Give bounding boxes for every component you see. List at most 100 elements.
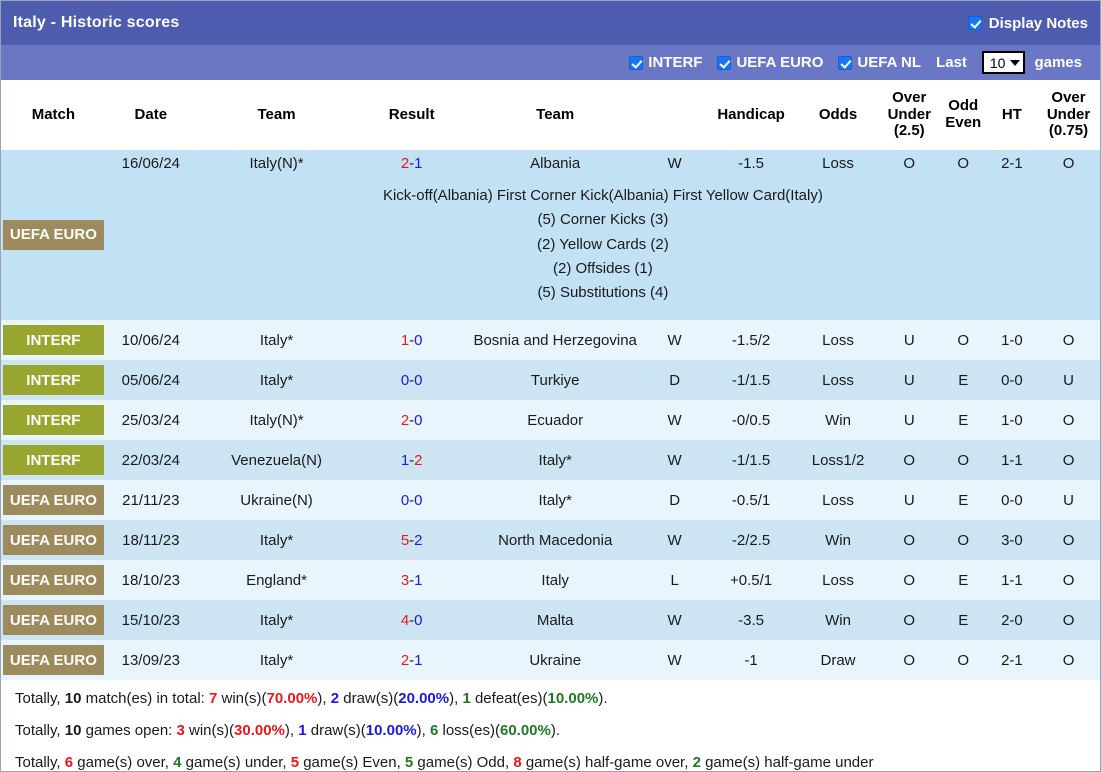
home-team[interactable]: Italy* <box>195 600 358 641</box>
competition-badge: INTERF <box>3 325 104 356</box>
table-row[interactable]: UEFA EURO 15/10/23 Italy* 4-0 Malta W -3.5 Win O… <box>1 600 1100 641</box>
uefa-nl-checkbox[interactable] <box>838 55 853 70</box>
home-team[interactable]: Italy* <box>195 640 358 681</box>
table-row[interactable]: UEFA EURO 18/10/23 England* 3-1 Italy L +0.5/1… <box>1 560 1100 601</box>
match-result[interactable]: 0-0 <box>357 360 467 401</box>
home-team[interactable]: Italy(N)* <box>195 400 358 441</box>
over-under-25: O <box>878 520 940 561</box>
away-team[interactable]: Italy* <box>466 480 645 521</box>
table-row[interactable]: INTERF 05/06/24 Italy* 0-0 Turkiye D -1/1.5 Los… <box>1 360 1100 401</box>
col-result: Result <box>357 80 467 150</box>
filter-interf[interactable]: INTERF <box>629 54 708 71</box>
summary-line-2: Totally, 10 games open: 3 win(s)(30.00%)… <box>15 722 1086 741</box>
away-team[interactable]: Turkiye <box>466 360 645 401</box>
competition-badge-cell: INTERF <box>1 320 106 361</box>
away-team[interactable]: Ecuador <box>466 400 645 441</box>
match-result[interactable]: 3-1 <box>357 560 467 601</box>
competition-badge: INTERF <box>3 445 104 476</box>
uefa-euro-label: UEFA EURO <box>736 54 824 71</box>
match-result[interactable]: 0-0 <box>357 480 467 521</box>
home-team[interactable]: Italy(N)* <box>195 150 358 177</box>
s1-defeats: 1 <box>462 690 471 708</box>
home-team[interactable]: Venezuela(N) <box>195 440 358 481</box>
filter-uefa-euro[interactable]: UEFA EURO <box>717 54 829 71</box>
home-team[interactable]: England* <box>195 560 358 601</box>
odd-even: O <box>939 520 987 561</box>
away-team[interactable]: Malta <box>466 600 645 641</box>
away-team[interactable]: Italy* <box>466 440 645 481</box>
half-time-score: 2-0 <box>986 600 1038 641</box>
home-team[interactable]: Ukraine(N) <box>195 480 358 521</box>
over-under-25: U <box>878 480 940 521</box>
over-under-25: U <box>878 320 940 361</box>
match-result[interactable]: 1-2 <box>357 440 467 481</box>
over-under-25: O <box>878 440 940 481</box>
display-notes-toggle[interactable]: Display Notes <box>967 15 1088 32</box>
result-home-goals: 1 <box>400 451 410 469</box>
result-away-goals: 0 <box>414 371 423 389</box>
s1-total: 10 <box>64 690 82 708</box>
s3-half-over: 8 <box>513 753 522 771</box>
away-team[interactable]: Ukraine <box>466 640 645 681</box>
home-team[interactable]: Italy* <box>195 520 358 561</box>
s2-wins-pct: 30.00% <box>234 722 285 740</box>
games-count-select[interactable]: 10 <box>981 51 1026 74</box>
uefa-euro-checkbox[interactable] <box>717 55 732 70</box>
table-row[interactable]: INTERF 22/03/24 Venezuela(N) 1-2 Italy* W -1/1… <box>1 440 1100 481</box>
table-row[interactable]: UEFA EURO 21/11/23 Ukraine(N) 0-0 Italy* D -0.… <box>1 480 1100 521</box>
interf-label: INTERF <box>648 54 703 71</box>
odd-even: E <box>939 400 987 441</box>
table-row[interactable]: UEFA EURO 13/09/23 Italy* 2-1 Ukraine W -1 Draw… <box>1 640 1100 681</box>
competition-badge: UEFA EURO <box>3 485 104 516</box>
table-row[interactable]: INTERF 25/03/24 Italy(N)* 2-0 Ecuador W -0/0.5… <box>1 400 1100 441</box>
table-row[interactable]: UEFA EURO 18/11/23 Italy* 5-2 North Macedoni… <box>1 520 1100 561</box>
summary-line-3: Totally, 6 game(s) over, 4 game(s) under… <box>15 753 1086 771</box>
win-draw-loss: W <box>644 520 705 561</box>
s2-losses-text: loss(es)( <box>438 722 500 740</box>
table-row[interactable]: UEFA EURO 16/06/24 Italy(N)* 2-1 Albania W -1.… <box>1 150 1100 321</box>
match-date: 18/10/23 <box>105 560 196 601</box>
s1-defeats-text: defeat(es)( <box>470 690 548 708</box>
handicap-value: -1.5/2 <box>704 320 798 361</box>
match-notes: Kick-off(Albania) First Corner Kick(Alba… <box>108 182 1098 315</box>
s2-wins: 3 <box>176 722 185 740</box>
games-label: games <box>1034 54 1082 71</box>
away-team[interactable]: Bosnia and Herzegovina <box>466 320 645 361</box>
display-notes-checkbox[interactable] <box>967 16 982 30</box>
match-result[interactable]: 1-0 <box>357 320 467 361</box>
away-team[interactable]: North Macedonia <box>466 520 645 561</box>
win-draw-loss: W <box>644 320 705 361</box>
home-team[interactable]: Italy* <box>195 320 358 361</box>
over-under-075: O <box>1037 520 1100 561</box>
table-header-row: Match Date Team Result Team Handicap Odd… <box>1 80 1100 150</box>
away-team[interactable]: Albania <box>466 150 645 177</box>
filter-uefa-nl[interactable]: UEFA NL <box>838 54 927 71</box>
home-team[interactable]: Italy* <box>195 360 358 401</box>
result-home-goals: 3 <box>400 571 410 589</box>
handicap-value: -1.5 <box>704 150 798 177</box>
interf-checkbox[interactable] <box>629 55 644 70</box>
col-wdl <box>644 80 705 150</box>
competition-badge: UEFA EURO <box>3 220 104 251</box>
away-team[interactable]: Italy <box>466 560 645 601</box>
odd-even: E <box>939 560 987 601</box>
match-result[interactable]: 2-1 <box>357 150 467 177</box>
col-ht: HT <box>986 80 1038 150</box>
match-date: 21/11/23 <box>105 480 196 521</box>
competition-badge-cell: UEFA EURO <box>1 600 106 641</box>
half-time-score: 1-1 <box>986 440 1038 481</box>
match-result[interactable]: 2-1 <box>357 640 467 681</box>
match-result[interactable]: 4-0 <box>357 600 467 641</box>
odds-result: Loss <box>797 560 879 601</box>
match-result[interactable]: 5-2 <box>357 520 467 561</box>
odd-even: E <box>939 360 987 401</box>
table-row[interactable]: INTERF 10/06/24 Italy* 1-0 Bosnia and Herzeg… <box>1 320 1100 361</box>
win-draw-loss: D <box>644 480 705 521</box>
competition-badge: INTERF <box>3 405 104 436</box>
over-under-25: O <box>878 150 940 177</box>
match-result[interactable]: 2-0 <box>357 400 467 441</box>
handicap-value: -1 <box>704 640 798 681</box>
result-away-goals: 0 <box>414 331 423 349</box>
result-away-goals: 0 <box>414 611 423 629</box>
s1-mid1: match(es) in total: <box>81 690 209 708</box>
